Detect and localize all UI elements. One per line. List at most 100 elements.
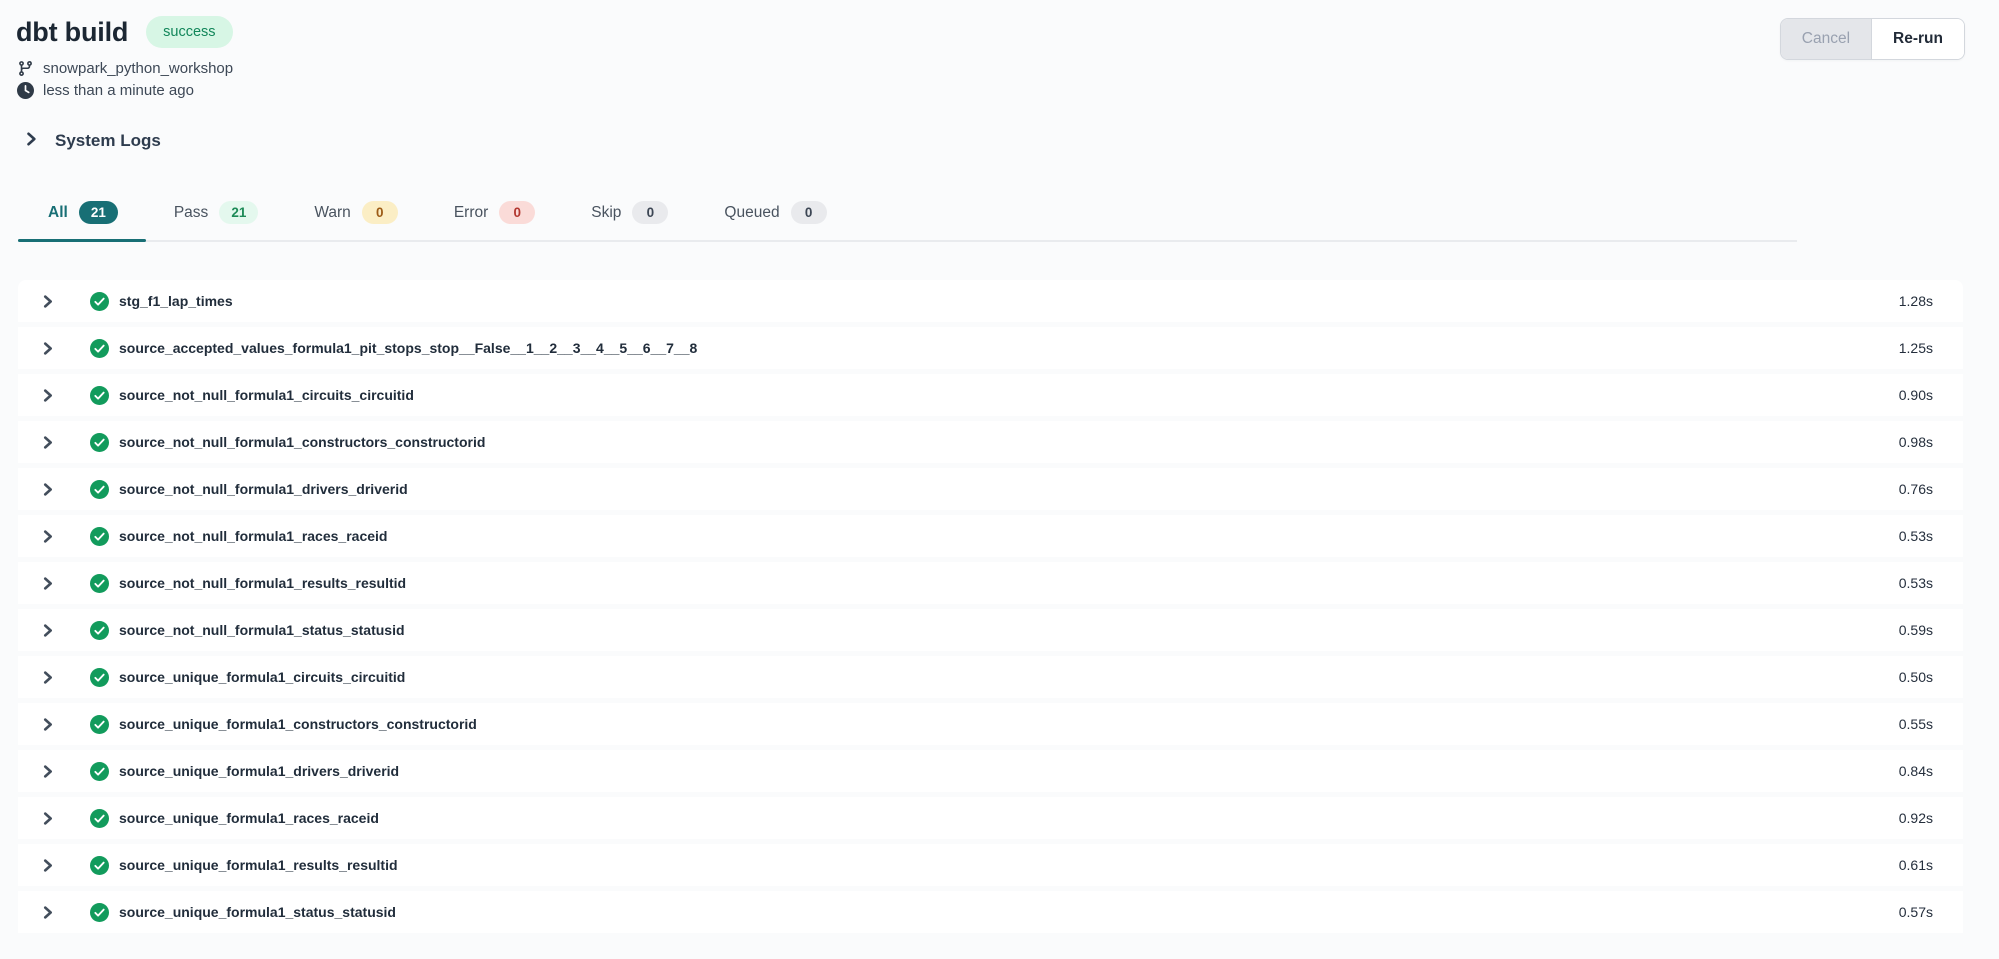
- rerun-button[interactable]: Re-run: [1871, 19, 1964, 59]
- result-row: source_not_null_formula1_status_statusid…: [18, 609, 1963, 651]
- result-name: source_not_null_formula1_status_statusid: [119, 622, 405, 638]
- tab-count-badge: 21: [79, 201, 118, 224]
- chevron-right-icon[interactable]: [42, 859, 56, 872]
- tab-label: Queued: [724, 204, 779, 222]
- tab-label: Warn: [314, 204, 350, 222]
- result-row: source_not_null_formula1_circuits_circui…: [18, 374, 1963, 416]
- result-name: source_unique_formula1_results_resultid: [119, 857, 398, 873]
- result-row: stg_f1_lap_times 1.28s: [18, 280, 1963, 322]
- check-circle-icon: [90, 574, 109, 593]
- check-circle-icon: [90, 527, 109, 546]
- result-name: source_not_null_formula1_constructors_co…: [119, 434, 485, 450]
- check-circle-icon: [90, 809, 109, 828]
- result-name: source_not_null_formula1_results_resulti…: [119, 575, 406, 591]
- run-meta: snowpark_python_workshop less than a min…: [0, 60, 1999, 99]
- result-name: source_not_null_formula1_drivers_driveri…: [119, 481, 408, 497]
- result-duration: 0.57s: [1899, 904, 1933, 920]
- results-list: stg_f1_lap_times 1.28s source_accepted_v…: [18, 280, 1963, 933]
- tab-error[interactable]: Error 0: [426, 191, 563, 240]
- chevron-right-icon[interactable]: [42, 483, 56, 496]
- result-duration: 0.61s: [1899, 857, 1933, 873]
- status-badge: success: [146, 16, 232, 48]
- result-duration: 0.53s: [1899, 528, 1933, 544]
- result-row: source_accepted_values_formula1_pit_stop…: [18, 327, 1963, 369]
- tab-queued[interactable]: Queued 0: [696, 191, 854, 240]
- result-row: source_not_null_formula1_drivers_driveri…: [18, 468, 1963, 510]
- chevron-right-icon[interactable]: [42, 342, 56, 355]
- tab-count-badge: 21: [219, 201, 258, 224]
- check-circle-icon: [90, 762, 109, 781]
- tab-label: Skip: [591, 204, 621, 222]
- check-circle-icon: [90, 339, 109, 358]
- tab-count-badge: 0: [791, 201, 827, 224]
- chevron-right-icon[interactable]: [42, 436, 56, 449]
- result-duration: 0.90s: [1899, 387, 1933, 403]
- result-duration: 0.92s: [1899, 810, 1933, 826]
- branch-name: snowpark_python_workshop: [43, 60, 233, 77]
- result-duration: 0.50s: [1899, 669, 1933, 685]
- result-name: source_unique_formula1_circuits_circuiti…: [119, 669, 405, 685]
- chevron-right-icon[interactable]: [42, 906, 56, 919]
- result-duration: 0.59s: [1899, 622, 1933, 638]
- result-row: source_unique_formula1_races_raceid 0.92…: [18, 797, 1963, 839]
- tab-skip[interactable]: Skip 0: [563, 191, 696, 240]
- result-row: source_unique_formula1_status_statusid 0…: [18, 891, 1963, 933]
- result-name: source_accepted_values_formula1_pit_stop…: [119, 340, 697, 356]
- cancel-button[interactable]: Cancel: [1781, 19, 1871, 59]
- result-name: source_unique_formula1_drivers_driverid: [119, 763, 399, 779]
- check-circle-icon: [90, 668, 109, 687]
- result-name: source_unique_formula1_status_statusid: [119, 904, 396, 920]
- tab-warn[interactable]: Warn 0: [286, 191, 425, 240]
- tab-label: All: [48, 204, 68, 222]
- page-title: dbt build: [16, 17, 128, 48]
- result-name: stg_f1_lap_times: [119, 293, 233, 309]
- result-row: source_not_null_formula1_constructors_co…: [18, 421, 1963, 463]
- chevron-right-icon[interactable]: [42, 765, 56, 778]
- clock-icon: [16, 82, 34, 99]
- check-circle-icon: [90, 903, 109, 922]
- result-row: source_not_null_formula1_races_raceid 0.…: [18, 515, 1963, 557]
- system-logs-toggle[interactable]: System Logs: [25, 131, 161, 151]
- result-row: source_unique_formula1_circuits_circuiti…: [18, 656, 1963, 698]
- result-duration: 0.53s: [1899, 575, 1933, 591]
- run-header: dbt build success: [0, 16, 1999, 48]
- result-duration: 0.84s: [1899, 763, 1933, 779]
- chevron-right-icon: [25, 132, 39, 151]
- result-duration: 0.98s: [1899, 434, 1933, 450]
- branch-line: snowpark_python_workshop: [16, 60, 1999, 77]
- check-circle-icon: [90, 433, 109, 452]
- chevron-right-icon[interactable]: [42, 530, 56, 543]
- check-circle-icon: [90, 715, 109, 734]
- check-circle-icon: [90, 292, 109, 311]
- tab-label: Error: [454, 204, 488, 222]
- results-tabs: All 21 Pass 21 Warn 0 Error 0 Skip 0 Que…: [18, 191, 1797, 242]
- tab-count-badge: 0: [499, 201, 535, 224]
- tab-all[interactable]: All 21: [18, 191, 146, 240]
- tab-pass[interactable]: Pass 21: [146, 191, 287, 240]
- chevron-right-icon[interactable]: [42, 718, 56, 731]
- result-name: source_not_null_formula1_circuits_circui…: [119, 387, 414, 403]
- result-name: source_not_null_formula1_races_raceid: [119, 528, 387, 544]
- result-row: source_unique_formula1_drivers_driverid …: [18, 750, 1963, 792]
- result-row: source_not_null_formula1_results_resulti…: [18, 562, 1963, 604]
- git-branch-icon: [16, 60, 34, 77]
- result-duration: 1.25s: [1899, 340, 1933, 356]
- header-actions: Cancel Re-run: [1780, 18, 1965, 60]
- result-duration: 0.76s: [1899, 481, 1933, 497]
- tab-label: Pass: [174, 204, 208, 222]
- result-name: source_unique_formula1_constructors_cons…: [119, 716, 477, 732]
- chevron-right-icon[interactable]: [42, 812, 56, 825]
- system-logs-label: System Logs: [55, 131, 161, 151]
- chevron-right-icon[interactable]: [42, 624, 56, 637]
- chevron-right-icon[interactable]: [42, 389, 56, 402]
- result-name: source_unique_formula1_races_raceid: [119, 810, 379, 826]
- check-circle-icon: [90, 621, 109, 640]
- chevron-right-icon[interactable]: [42, 577, 56, 590]
- run-detail-page: dbt build success Cancel Re-run snowpark…: [0, 0, 1999, 959]
- time-ago: less than a minute ago: [43, 82, 194, 99]
- chevron-right-icon[interactable]: [42, 295, 56, 308]
- chevron-right-icon[interactable]: [42, 671, 56, 684]
- result-row: source_unique_formula1_constructors_cons…: [18, 703, 1963, 745]
- result-row: source_unique_formula1_results_resultid …: [18, 844, 1963, 886]
- check-circle-icon: [90, 386, 109, 405]
